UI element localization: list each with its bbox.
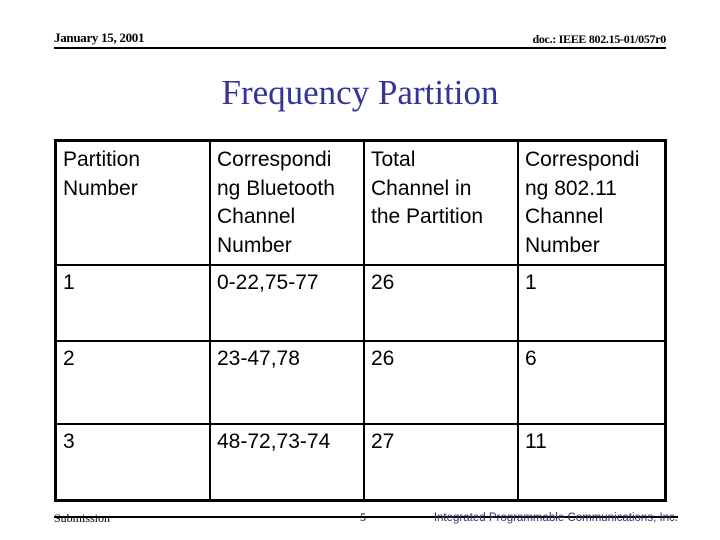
header-line: Total <box>371 148 416 171</box>
table-row: 2 23-47,78 26 6 <box>54 340 667 425</box>
page-number: 5 <box>360 510 366 524</box>
header-line: Correspondi <box>525 148 640 171</box>
table-row: 3 48-72,73-74 27 11 <box>54 423 667 502</box>
header-doc-id: doc.: IEEE 802.15-01/057r0 <box>532 32 666 46</box>
header-line: Number <box>217 233 292 257</box>
cell-80211-channel: 6 <box>517 340 667 425</box>
header-line: Number <box>63 176 138 200</box>
header-line: ng 802.11 <box>525 176 617 200</box>
cell-total-channels: 26 <box>363 264 519 342</box>
header-line: Number <box>525 233 600 257</box>
header-line: Partition <box>63 148 141 171</box>
header-cell-partition-number: Partition Number <box>54 139 211 266</box>
cell-bluetooth-channels: 48-72,73-74 <box>209 423 365 502</box>
header-line: Channel <box>217 205 296 228</box>
header-line: Channel in <box>371 176 472 200</box>
header-line: ng Bluetooth <box>217 176 335 200</box>
header-divider <box>54 47 666 49</box>
header-line: Channel <box>525 205 604 228</box>
cell-bluetooth-channels: 23-47,78 <box>209 340 365 425</box>
table-header-row: Partition Number Correspondi ng Bluetoot… <box>54 139 667 266</box>
header-cell-bluetooth-channel: Correspondi ng Bluetooth Channel Number <box>209 139 365 266</box>
cell-80211-channel: 1 <box>517 264 667 342</box>
header-line: the Partition <box>371 205 484 228</box>
header-cell-80211-channel: Correspondi ng 802.11 Channel Number <box>517 139 667 266</box>
table-row: 1 0-22,75-77 26 1 <box>54 264 667 342</box>
cell-total-channels: 27 <box>363 423 519 502</box>
header-date: January 15, 2001 <box>54 30 145 45</box>
slide-title: Frequency Partition <box>221 73 499 112</box>
cell-partition-number: 1 <box>54 264 211 342</box>
cell-80211-channel: 11 <box>517 423 667 502</box>
cell-partition-number: 2 <box>54 340 211 425</box>
footer-company: Integrated Programmable Communications, … <box>433 512 678 524</box>
cell-bluetooth-channels: 0-22,75-77 <box>209 264 365 342</box>
cell-total-channels: 26 <box>363 340 519 425</box>
header-cell-total-channel: Total Channel in the Partition <box>363 139 519 266</box>
frequency-partition-table: Partition Number Correspondi ng Bluetoot… <box>54 139 667 502</box>
header-line: Correspondi <box>217 148 332 171</box>
cell-partition-number: 3 <box>54 423 211 502</box>
footer-submission: Submission <box>54 511 111 525</box>
